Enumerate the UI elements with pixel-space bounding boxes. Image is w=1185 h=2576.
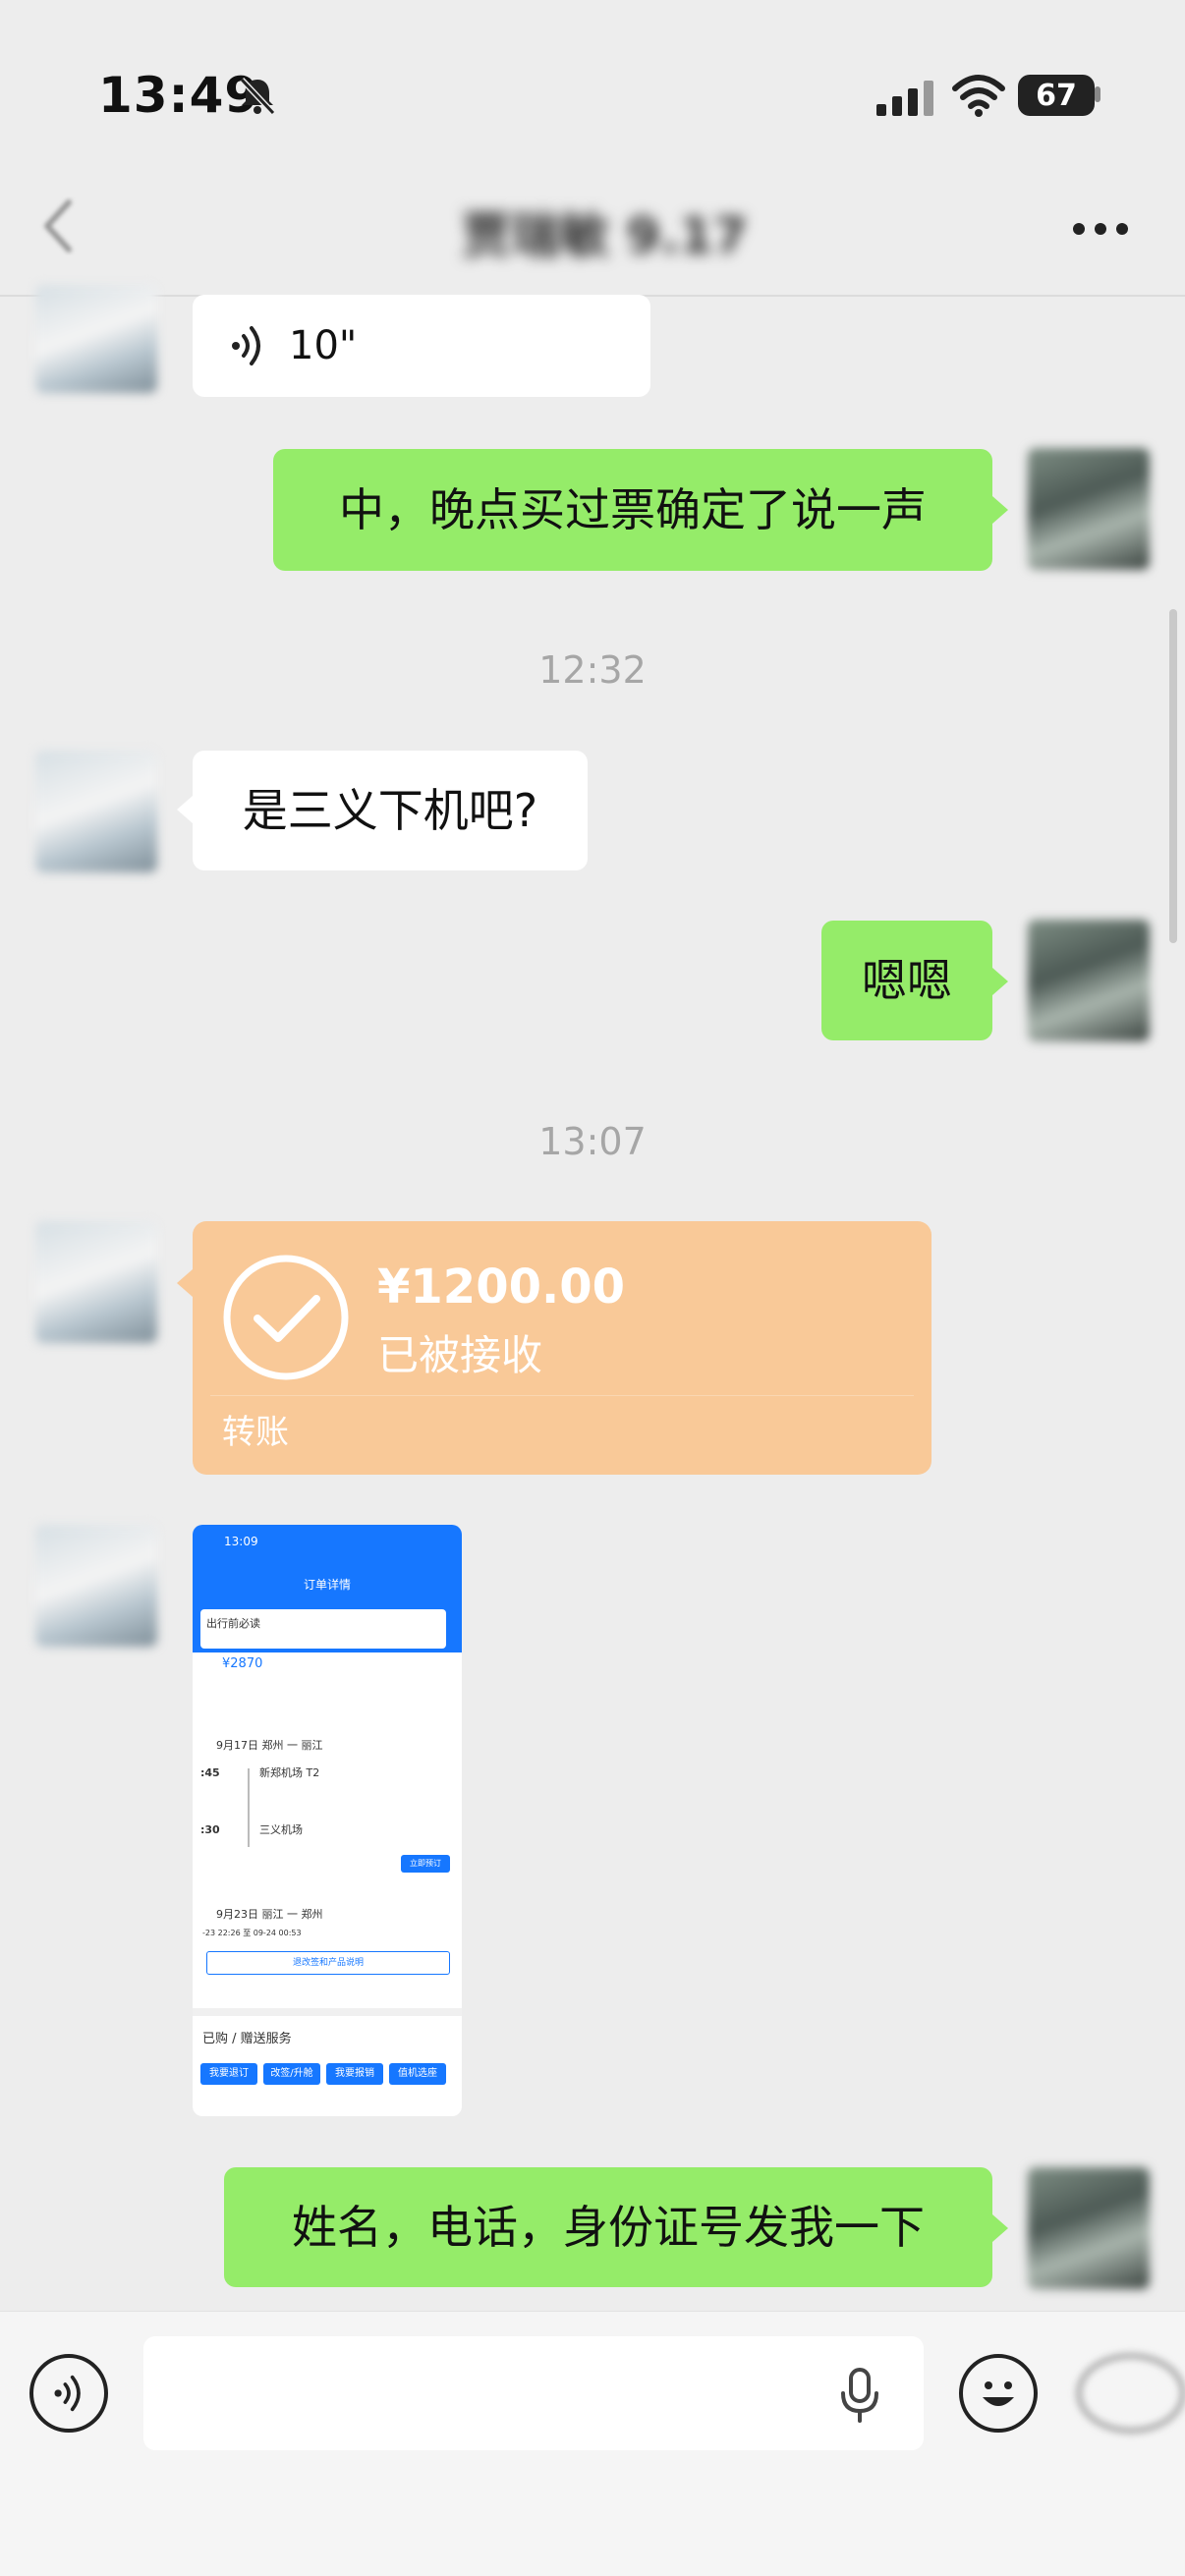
screenshot-divider [193,2008,462,2016]
screenshot-route-line [248,1768,250,1847]
sent-message-bubble[interactable]: 中，晚点买过票确定了说一声 [273,449,992,571]
voice-message-bubble[interactable]: 10" [193,295,650,397]
screenshot-action-button: 我要报销 [326,2063,383,2085]
contact-avatar[interactable] [35,1221,157,1343]
user-avatar[interactable] [1028,448,1150,570]
timestamp: 13:07 [538,1120,647,1163]
bubble-tail [992,968,1008,995]
message-text: 嗯嗯 [862,954,952,1007]
screenshot-trip2-time: -23 22:26 至 09-24 00:53 [202,1929,302,1937]
voice-wave-icon [54,2375,81,2412]
voice-duration: 10" [289,323,358,368]
screenshot-trip1: 9月17日 郑州 一 丽江 [216,1739,323,1752]
received-message-bubble[interactable]: 是三义下机吧? [193,751,588,870]
message-input[interactable] [143,2336,924,2450]
battery-level: 67 [1036,79,1077,113]
screenshot-depart-airport: 新郑机场 T2 [259,1766,320,1779]
message-text: 姓名，电话，身份证号发我一下 [292,2201,925,2254]
back-icon[interactable] [39,196,79,255]
smile-face-icon [983,2381,1014,2406]
more-options-icon[interactable] [1071,221,1130,237]
sent-message-bubble[interactable]: 嗯嗯 [821,921,992,1040]
scrollbar[interactable] [1169,609,1177,943]
screenshot-action-button: 我要退订 [200,2063,257,2085]
message-text: 中，晚点买过票确定了说一声 [339,483,927,536]
message-text: 是三义下机吧? [242,784,538,837]
microphone-icon[interactable] [835,2366,884,2425]
contact-avatar[interactable] [35,751,157,872]
screenshot-action-button: 值机选座 [389,2063,446,2085]
screenshot-trip2: 9月23日 丽江 一 郑州 [216,1908,323,1921]
bubble-tail [177,796,193,823]
screenshot-arrive-time: :30 [200,1823,220,1836]
transfer-status: 已被接收 [377,1331,543,1379]
emoji-icon[interactable] [959,2354,1038,2433]
screenshot-time: 13:09 [224,1535,258,1548]
voice-toggle-icon[interactable] [29,2354,108,2433]
screenshot-depart-time: :45 [200,1766,220,1779]
user-avatar[interactable] [1028,2167,1150,2289]
timestamp: 12:32 [538,648,647,692]
battery-tip [1095,86,1100,102]
battery-indicator: 67 [1018,75,1095,116]
bubble-tail [992,496,1008,524]
screenshot-page-title: 订单详情 [303,1578,351,1592]
user-avatar[interactable] [1028,920,1150,1041]
screenshot-arrive-airport: 三义机场 [259,1823,303,1836]
transfer-divider [210,1395,914,1396]
bubble-tail [992,2214,1008,2242]
screenshot-purchased: 已购 / 赠送服务 [202,2032,292,2046]
bubble-tail [177,1269,193,1297]
screenshot-price: ¥2870 [222,1656,263,1671]
screenshot-notice: 出行前必读 [206,1617,260,1630]
screenshot-services-link: 退改签和产品说明 [206,1951,450,1975]
chat-title: 贾瑞敏 9.17 [462,207,748,264]
contact-avatar[interactable] [35,285,157,393]
contact-avatar[interactable] [35,1525,157,1647]
voice-wave-icon [232,326,260,365]
wifi-icon [952,75,1005,117]
sent-message-bubble[interactable]: 姓名，电话，身份证号发我一下 [224,2167,992,2287]
check-circle-icon [223,1255,349,1380]
screenshot-action-button: 改签/升舱 [263,2063,320,2085]
input-bar-divider [0,2311,1185,2312]
order-screenshot-image[interactable]: 13:09 订单详情 出行前必读 ¥2870 9月17日 郑州 一 丽江 :45… [193,1525,462,2116]
mute-bell-icon [239,77,276,116]
transfer-label: 转账 [222,1413,289,1452]
screenshot-book-button: 立即预订 [401,1855,450,1873]
plus-icon[interactable] [1077,2354,1185,2433]
transfer-amount: ¥1200.00 [377,1260,626,1315]
signal-icon [876,81,933,116]
